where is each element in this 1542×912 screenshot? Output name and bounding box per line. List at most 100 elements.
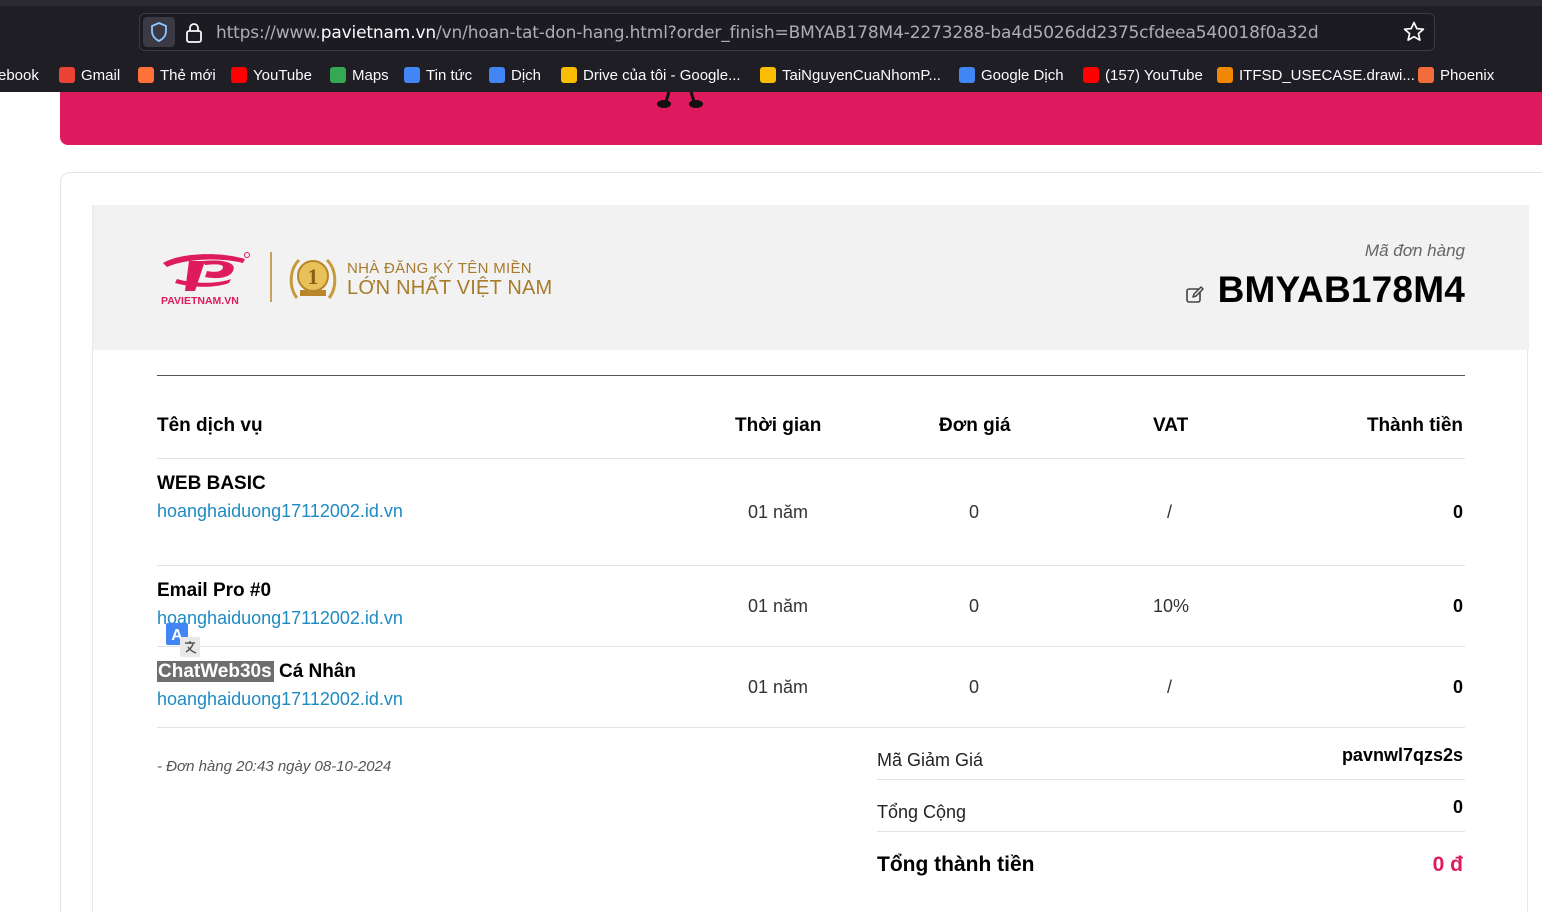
- slogan-line-1: NHÀ ĐĂNG KÝ TÊN MIỀN: [347, 260, 532, 277]
- row-divider: [157, 727, 1465, 728]
- bookmark-label: Gmail: [81, 66, 121, 84]
- bookmark-label: ebook: [0, 66, 39, 84]
- logo-divider: [270, 252, 272, 302]
- bookmark-item[interactable]: Tin tức: [404, 64, 472, 86]
- address-bar[interactable]: https://www.pavietnam.vn/vn/hoan-tat-don…: [139, 13, 1435, 51]
- bookmark-item[interactable]: YouTube: [231, 64, 312, 86]
- service-name: ChatWeb30s Cá Nhân: [157, 661, 356, 683]
- service-unit-price: 0: [969, 502, 980, 522]
- logo-text: PAVIETNAM.VN: [161, 295, 239, 307]
- bookmark-label: Phoenix: [1440, 66, 1495, 84]
- translate-icon: [489, 67, 505, 83]
- hero-banner: [60, 92, 1542, 145]
- discount-code-value: pavnwl7qzs2s: [1341, 745, 1463, 765]
- service-time: 01 năm: [748, 677, 809, 697]
- bookmark-label: YouTube: [253, 66, 312, 84]
- service-vat: 10%: [1153, 596, 1190, 616]
- page-content: PAVIETNAM.VN 1 NHÀ ĐĂNG KÝ TÊN MIỀN LỚN …: [0, 92, 1542, 912]
- service-name-suffix: Cá Nhân: [273, 661, 357, 682]
- bookmark-item[interactable]: Phoenix: [1418, 64, 1494, 86]
- bookmark-item[interactable]: (157) YouTube: [1083, 64, 1203, 86]
- tracking-protection-shield-icon[interactable]: [143, 17, 175, 47]
- order-timestamp-note: - Đơn hàng 20:43 ngày 08-10-2024: [157, 758, 392, 775]
- service-unit-price: 0: [969, 677, 980, 697]
- gmail-icon: [59, 67, 75, 83]
- summary-divider: [877, 779, 1465, 780]
- firefox-icon: [138, 67, 154, 83]
- news-icon: [404, 67, 420, 83]
- pavietnam-logo: PAVIETNAM.VN: [161, 252, 250, 307]
- grand-total-value: 0 đ: [1432, 853, 1463, 876]
- drawio-icon: [1217, 67, 1233, 83]
- bookmark-label: Google Dịch: [981, 66, 1064, 84]
- drive-icon: [561, 67, 577, 83]
- column-header-service: Tên dịch vụ: [157, 415, 263, 436]
- mascot-illustration: [657, 92, 703, 108]
- column-header-total: Thành tiền: [1366, 415, 1463, 436]
- slogan-line-2: LỚN NHẤT VIỆT NAM: [347, 277, 553, 299]
- row-divider: [157, 646, 1465, 647]
- service-time: 01 năm: [748, 502, 809, 522]
- translate-popup-icon[interactable]: A: [166, 623, 200, 657]
- url-text[interactable]: https://www.pavietnam.vn/vn/hoan-tat-don…: [216, 23, 1319, 43]
- table-header-divider: [157, 458, 1465, 459]
- bookmark-label: ITFSD_USECASE.drawi...: [1239, 66, 1415, 84]
- bookmark-label: TaiNguyenCuaNhomP...: [782, 66, 941, 84]
- bookmark-label: Tin tức: [426, 66, 473, 84]
- translate-icon: [959, 67, 975, 83]
- youtube-icon: [231, 67, 247, 83]
- phoenix-icon: [1418, 67, 1434, 83]
- column-header-unit-price: Đơn giá: [939, 415, 1011, 436]
- order-invoice: PAVIETNAM.VN 1 NHÀ ĐĂNG KÝ TÊN MIỀN LỚN …: [92, 205, 1529, 912]
- browser-toolbar: https://www.pavietnam.vn/vn/hoan-tat-don…: [0, 0, 1542, 92]
- medal-number: 1: [308, 264, 319, 289]
- bookmark-star-icon[interactable]: [1402, 20, 1426, 44]
- service-domain-link[interactable]: hoanghaiduong17112002.id.vn: [157, 501, 403, 522]
- bookmark-item[interactable]: Dịch: [489, 64, 541, 86]
- url-prefix: https://www.: [216, 23, 321, 43]
- summary-divider: [877, 831, 1465, 832]
- service-name: Email Pro #0: [157, 580, 272, 601]
- bookmark-item[interactable]: Thẻ mới: [138, 64, 216, 86]
- bookmark-item[interactable]: Maps: [330, 64, 389, 86]
- order-card: PAVIETNAM.VN 1 NHÀ ĐĂNG KÝ TÊN MIỀN LỚN …: [60, 172, 1542, 912]
- service-total: 0: [1452, 677, 1463, 697]
- bookmark-label: Dịch: [511, 66, 542, 84]
- service-name: WEB BASIC: [157, 473, 266, 494]
- bookmarks-bar: ebook Gmail Thẻ mới YouTube Maps Tin tức Dịch D…: [0, 60, 1542, 90]
- edit-icon[interactable]: [1185, 285, 1205, 305]
- discount-code-label: Mã Giảm Giá: [877, 750, 984, 770]
- order-code: BMYAB178M4: [1217, 269, 1465, 310]
- selected-text-highlight: ChatWeb30s: [157, 661, 274, 682]
- tab-strip: [0, 0, 1542, 6]
- bookmark-label: Drive của tôi - Google...: [583, 66, 741, 84]
- youtube-icon: [1083, 67, 1099, 83]
- url-path: /vn/hoan-tat-don-hang.html?order_finish=…: [436, 23, 1319, 43]
- column-header-vat: VAT: [1153, 415, 1189, 436]
- lock-icon[interactable]: [184, 22, 204, 44]
- bookmark-item[interactable]: Drive của tôi - Google...: [561, 64, 741, 86]
- bookmark-label: (157) YouTube: [1105, 66, 1203, 84]
- subtotal-label: Tổng Cộng: [877, 802, 967, 822]
- maps-icon: [330, 67, 346, 83]
- order-code-label: Mã đơn hàng: [1364, 241, 1465, 260]
- bookmark-label: Thẻ mới: [160, 66, 216, 84]
- service-unit-price: 0: [969, 596, 980, 616]
- award-medal-icon: 1: [289, 258, 337, 299]
- bookmark-item[interactable]: TaiNguyenCuaNhomP...: [760, 64, 941, 86]
- column-header-time: Thời gian: [735, 415, 822, 436]
- bookmark-item[interactable]: Google Dịch: [959, 64, 1064, 86]
- drive-icon: [760, 67, 776, 83]
- bookmark-item[interactable]: ITFSD_USECASE.drawi...: [1217, 64, 1415, 86]
- bookmark-label: Maps: [352, 66, 389, 84]
- service-total: 0: [1452, 596, 1463, 616]
- invoice-header: PAVIETNAM.VN 1 NHÀ ĐĂNG KÝ TÊN MIỀN LỚN …: [93, 205, 1529, 350]
- service-domain-link[interactable]: hoanghaiduong17112002.id.vn: [157, 689, 403, 710]
- service-total: 0: [1452, 502, 1463, 522]
- row-divider: [157, 565, 1465, 566]
- url-host: pavietnam.vn: [320, 23, 437, 43]
- bookmark-item[interactable]: ebook: [0, 64, 39, 86]
- grand-total-label: Tổng thành tiền: [877, 853, 1035, 876]
- header-separator: [157, 375, 1465, 376]
- bookmark-item[interactable]: Gmail: [59, 64, 120, 86]
